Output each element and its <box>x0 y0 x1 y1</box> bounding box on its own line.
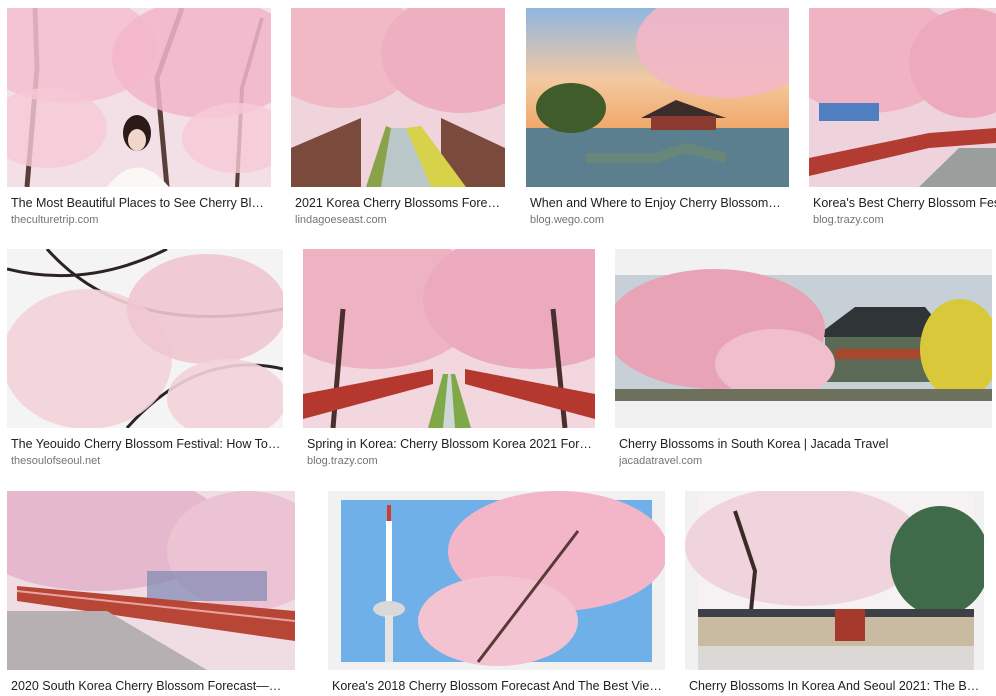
result-title[interactable]: Korea's Best Cherry Blossom Festivals <box>813 195 996 211</box>
result-thumbnail[interactable] <box>615 249 992 428</box>
image-result[interactable]: The Most Beautiful Places to See Cherry … <box>7 8 271 230</box>
result-thumbnail[interactable] <box>7 491 295 670</box>
result-title[interactable]: The Most Beautiful Places to See Cherry … <box>11 195 269 211</box>
image-result[interactable]: Korea's 2018 Cherry Blossom Forecast And… <box>328 491 665 696</box>
result-title[interactable]: When and Where to Enjoy Cherry Blossoms … <box>530 195 787 211</box>
result-title[interactable]: The Yeouido Cherry Blossom Festival: How… <box>11 436 281 452</box>
result-source: theculturetrip.com <box>11 214 99 226</box>
result-title[interactable]: Spring in Korea: Cherry Blossom Korea 20… <box>307 436 593 452</box>
image-result[interactable]: When and Where to Enjoy Cherry Blossoms … <box>526 8 789 230</box>
result-thumbnail[interactable] <box>526 8 789 187</box>
result-thumbnail[interactable] <box>328 491 665 670</box>
image-result[interactable]: 2020 South Korea Cherry Blossom Forecast… <box>7 491 295 696</box>
image-result[interactable]: The Yeouido Cherry Blossom Festival: How… <box>7 249 283 471</box>
image-result[interactable]: Spring in Korea: Cherry Blossom Korea 20… <box>303 249 595 471</box>
result-thumbnail[interactable] <box>685 491 984 670</box>
result-source: blog.trazy.com <box>813 214 884 226</box>
result-source: jacadatravel.com <box>619 455 703 467</box>
result-title[interactable]: Cherry Blossoms In Korea And Seoul 2021:… <box>689 678 982 694</box>
image-result[interactable]: Cherry Blossoms In Korea And Seoul 2021:… <box>685 491 984 696</box>
result-source: thesoulofseoul.net <box>11 455 101 467</box>
result-title[interactable]: 2020 South Korea Cherry Blossom Forecast… <box>11 678 293 694</box>
image-result[interactable]: Korea's Best Cherry Blossom Festivals bl… <box>809 8 996 230</box>
result-thumbnail[interactable] <box>7 249 283 428</box>
image-result[interactable]: Cherry Blossoms in South Korea | Jacada … <box>615 249 992 471</box>
result-source: blog.trazy.com <box>307 455 378 467</box>
result-thumbnail[interactable] <box>291 8 505 187</box>
result-thumbnail[interactable] <box>303 249 595 428</box>
result-title[interactable]: 2021 Korea Cherry Blossoms Forecast <box>295 195 503 211</box>
image-result[interactable]: 2021 Korea Cherry Blossoms Forecast lind… <box>291 8 505 230</box>
result-title[interactable]: Korea's 2018 Cherry Blossom Forecast And… <box>332 678 663 694</box>
result-source: lindagoeseast.com <box>295 214 387 226</box>
result-source: blog.wego.com <box>530 214 604 226</box>
result-thumbnail[interactable] <box>809 8 996 187</box>
result-title[interactable]: Cherry Blossoms in South Korea | Jacada … <box>619 436 990 452</box>
result-thumbnail[interactable] <box>7 8 271 187</box>
